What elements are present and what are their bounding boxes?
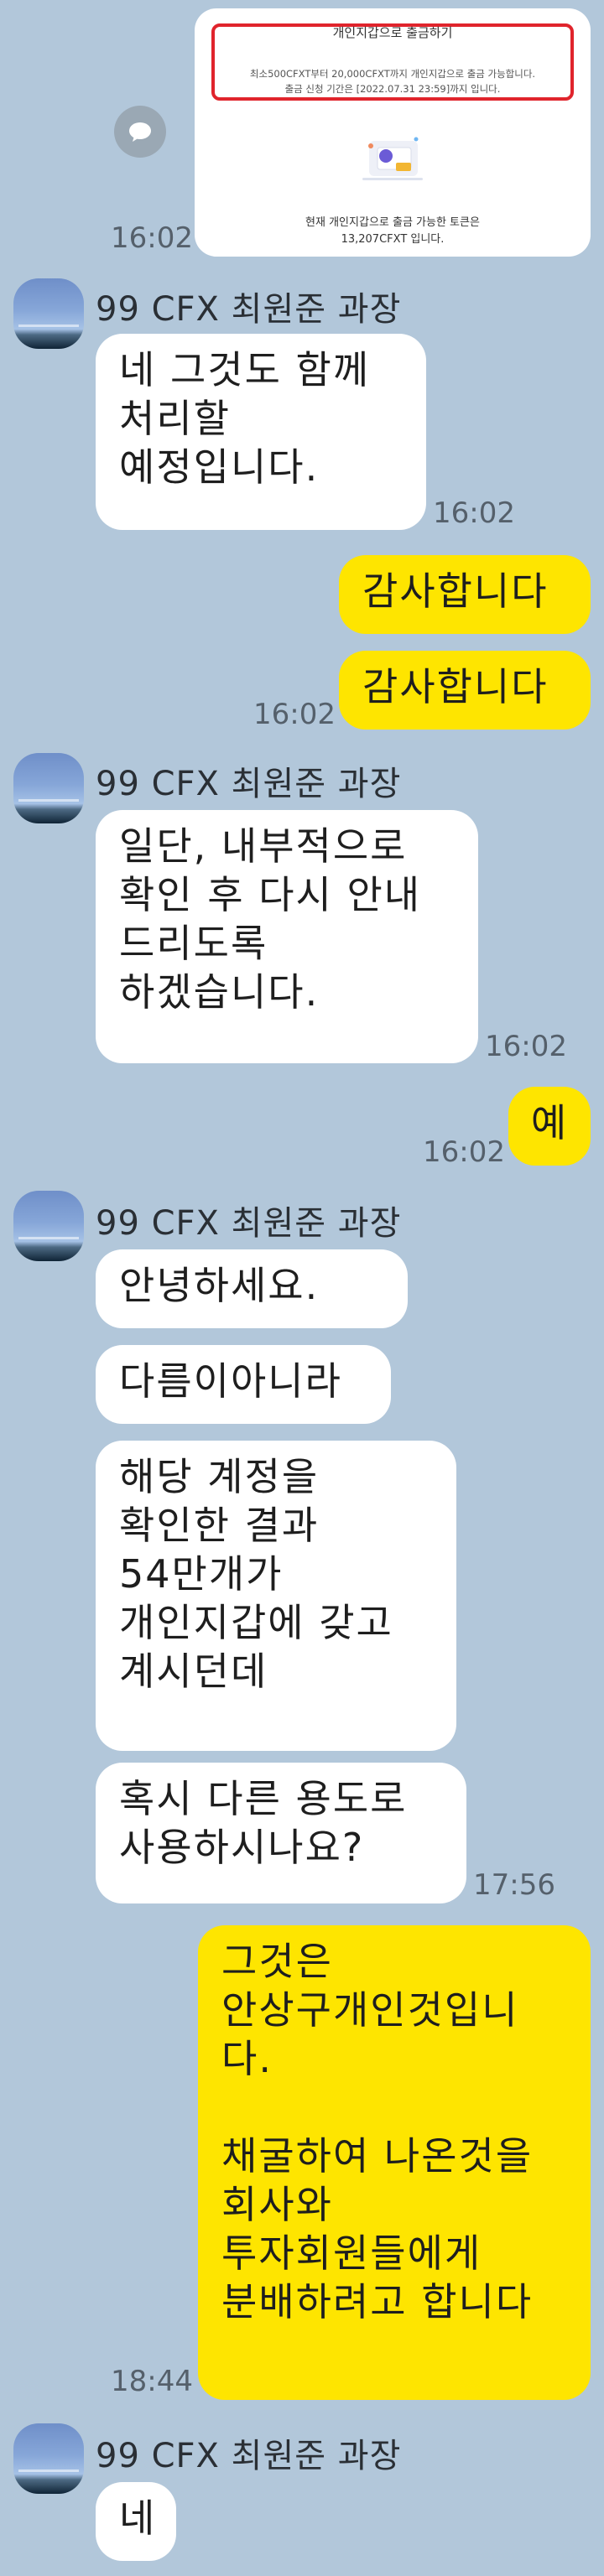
message-time: 16:02 [423, 1135, 505, 1169]
message-time: 18:44 [111, 2365, 193, 2398]
message-time: 17:56 [473, 1868, 555, 1902]
message-bubble[interactable]: 혹시 다른 용도로 사용하시나요? [96, 1763, 466, 1903]
sender-name: 99 CFX 최원준 과장 [96, 765, 402, 803]
share-button[interactable] [114, 106, 166, 158]
sender-name: 99 CFX 최원준 과장 [96, 1204, 402, 1243]
message-bubble[interactable]: 해당 계정을 확인한 결과 54만개가 개인지갑에 갖고 계시던데 [96, 1441, 456, 1751]
message-bubble[interactable]: 감사합니다 [339, 555, 591, 634]
card-line-1: 최소500CFXT부터 20,000CFXT까지 개인지갑으로 출금 가능합니다… [249, 68, 536, 80]
sender-name: 99 CFX 최원준 과장 [96, 290, 402, 329]
message-bubble[interactable]: 예 [508, 1087, 591, 1166]
avatar[interactable] [13, 1191, 84, 1261]
message-bubble[interactable]: 다름이아니라 [96, 1345, 391, 1424]
card-foot-1: 현재 개인지갑으로 출금 가능한 토큰은 [305, 216, 480, 229]
avatar[interactable] [13, 278, 84, 349]
share-icon [129, 122, 151, 142]
message-bubble[interactable]: 그것은 안상구개인것입니 다. 채굴하여 나온것을 회사와 투자회원들에게 분배… [198, 1925, 591, 2400]
card-foot-2: 13,207CFXT 입니다. [341, 233, 445, 246]
message-time: 16:02 [485, 1030, 567, 1063]
message-time: 16:02 [433, 496, 515, 530]
card-title: 개인지갑으로 출금하기 [332, 25, 453, 40]
message-time: 16:02 [253, 698, 336, 731]
shared-image-card[interactable]: 개인지갑으로 출금하기 최소500CFXT부터 20,000CFXT까지 개인지… [195, 8, 591, 257]
message-bubble[interactable]: 안녕하세요. [96, 1249, 408, 1328]
message-bubble[interactable]: 네 [96, 2482, 176, 2561]
message-bubble[interactable]: 감사합니다 [339, 651, 591, 730]
message-time: 16:02 [111, 221, 193, 255]
message-bubble[interactable]: 일단, 내부적으로 확인 후 다시 안내 드리도록 하겠습니다. [96, 810, 478, 1063]
card-line-2: 출금 신청 기간은 [2022.07.31 23:59]까지 입니다. [284, 83, 501, 95]
avatar[interactable] [13, 2423, 84, 2494]
sender-name: 99 CFX 최원준 과장 [96, 2437, 402, 2475]
message-bubble[interactable]: 네 그것도 함께 처리할 예정입니다. [96, 334, 426, 530]
wallet-illustration-icon [362, 137, 423, 180]
avatar[interactable] [13, 753, 84, 823]
